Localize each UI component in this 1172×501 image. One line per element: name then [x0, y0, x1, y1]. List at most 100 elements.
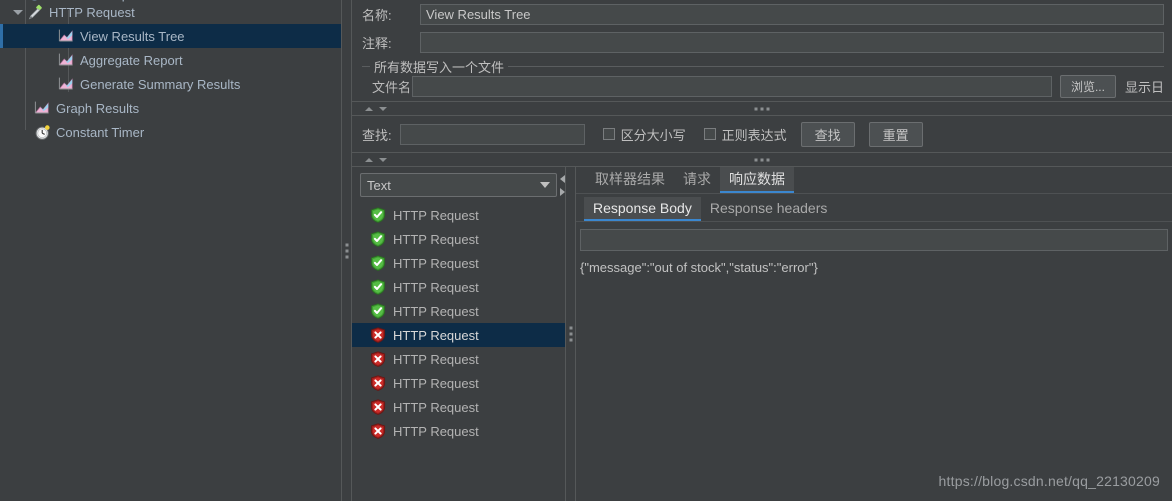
response-subtabbar[interactable]: Response Body Response headers — [576, 194, 1172, 222]
sample-result-list[interactable]: HTTP Request HTTP Request HTTP Request HTTP… — [352, 201, 565, 501]
splitter-grip-icon — [569, 326, 572, 342]
tree-item-aggregate-report[interactable]: Aggregate Report — [0, 48, 341, 72]
case-sensitive-checkbox[interactable]: 区分大小写 — [602, 125, 686, 144]
reset-button[interactable]: 重置 — [868, 121, 923, 147]
error-shield-icon — [370, 351, 386, 367]
http-request-icon — [26, 4, 44, 21]
comment-row: 注释: — [352, 28, 1172, 56]
splitter-grip-icon — [754, 107, 770, 110]
renderer-row: Text — [352, 167, 565, 201]
sample-detail-column: 取样器结果 请求 响应数据 Response Body Response header… — [576, 167, 1172, 501]
name-label: 名称: — [362, 7, 392, 23]
collapse-down-icon[interactable] — [379, 106, 387, 111]
detail-tab[interactable]: 请求 — [674, 167, 720, 193]
browse-button[interactable]: 浏览... — [1059, 74, 1116, 98]
result-list-item[interactable]: HTTP Request — [352, 275, 565, 299]
renderer-select[interactable]: Text — [360, 173, 557, 197]
regex-label: 正则表达式 — [721, 127, 787, 143]
error-shield-icon — [370, 399, 386, 415]
error-shield-icon — [370, 327, 386, 343]
detail-tabbar[interactable]: 取样器结果 请求 响应数据 — [576, 167, 1172, 194]
horizontal-splitter-top[interactable] — [352, 101, 1172, 116]
tree-item-label: Generate Summary Results — [80, 76, 241, 92]
splitter-grip-icon — [345, 243, 348, 258]
detail-tab[interactable]: 取样器结果 — [586, 167, 674, 193]
expander-collapse-icon[interactable] — [10, 9, 26, 15]
listener-icon — [33, 100, 51, 116]
display-log-label[interactable]: 显示日 — [1125, 77, 1164, 96]
response-subtab[interactable]: Response Body — [584, 197, 701, 221]
error-shield-icon — [370, 423, 386, 439]
collapse-down-icon[interactable] — [379, 157, 387, 162]
result-list-item[interactable]: HTTP Request — [352, 395, 565, 419]
result-list-item[interactable]: HTTP Request — [352, 251, 565, 275]
result-list-item[interactable]: HTTP Request — [352, 371, 565, 395]
tree-item-view-results-tree[interactable]: View Results Tree — [0, 24, 341, 48]
result-item-label: HTTP Request — [393, 207, 479, 223]
result-list-item[interactable]: HTTP Request — [352, 323, 565, 347]
result-list-item[interactable]: HTTP Request — [352, 227, 565, 251]
filename-label: 文件名 — [372, 79, 412, 95]
collapse-up-icon[interactable] — [365, 157, 373, 162]
response-find-input[interactable] — [580, 229, 1168, 251]
tree-item-label: Aggregate Report — [80, 52, 183, 68]
result-item-label: HTTP Request — [393, 303, 479, 319]
result-item-label: HTTP Request — [393, 423, 479, 439]
response-body-text: {"message":"out of stock","status":"erro… — [580, 260, 818, 275]
splitter-grip-icon — [754, 158, 770, 161]
result-list-item[interactable]: HTTP Request — [352, 347, 565, 371]
main-vertical-splitter[interactable] — [341, 0, 352, 501]
chevron-down-icon — [540, 182, 550, 188]
tree-item-constant-timer[interactable]: Constant Timer — [0, 120, 341, 144]
listener-config-panel: 名称: 注释: 所有数据写入一个文件 文件名 浏览... 显示日 — [352, 0, 1172, 501]
renderer-value: Text — [367, 177, 391, 193]
tree-item-label: View Results Tree — [80, 28, 185, 44]
result-item-label: HTTP Request — [393, 327, 479, 343]
response-subtab[interactable]: Response headers — [701, 197, 837, 221]
search-label: 查找: — [362, 127, 392, 143]
name-input[interactable] — [420, 3, 1164, 25]
checkbox-box-icon — [703, 128, 716, 140]
result-item-label: HTTP Request — [393, 279, 479, 295]
tree-item-label: Graph Results — [56, 100, 140, 116]
tree-item-generate-summary-results[interactable]: Generate Summary Results — [0, 72, 341, 96]
test-plan-tree[interactable]: Thread Group HTTP Request — [0, 0, 341, 501]
tree-item-label: Constant Timer — [56, 124, 145, 140]
result-item-label: HTTP Request — [393, 351, 479, 367]
horizontal-splitter-bottom[interactable] — [352, 152, 1172, 167]
listener-icon — [57, 28, 75, 44]
checkbox-box-icon — [602, 128, 615, 140]
detail-tab[interactable]: 响应数据 — [720, 167, 794, 193]
splitter-collapse-arrows[interactable] — [365, 157, 387, 162]
name-row: 名称: — [352, 0, 1172, 28]
find-button[interactable]: 查找 — [800, 121, 855, 147]
result-list-item[interactable]: HTTP Request — [352, 203, 565, 227]
success-shield-icon — [370, 255, 386, 271]
tree-item-label: HTTP Request — [49, 4, 135, 20]
success-shield-icon — [370, 231, 386, 247]
tree-item-graph-results[interactable]: Graph Results — [0, 96, 341, 120]
listener-icon — [57, 52, 75, 68]
error-shield-icon — [370, 375, 386, 391]
group-legend: 所有数据写入一个文件 — [370, 57, 509, 76]
tree-item-http-request[interactable]: HTTP Request — [0, 0, 341, 24]
result-item-label: HTTP Request — [393, 399, 479, 415]
results-list-column: Text HTTP Request HTTP Request HTTP Reques… — [352, 167, 565, 501]
result-item-label: HTTP Request — [393, 375, 479, 391]
results-area: Text HTTP Request HTTP Request HTTP Reques… — [352, 167, 1172, 501]
listener-icon — [57, 76, 75, 92]
collapse-up-icon[interactable] — [365, 106, 373, 111]
search-toolbar: 查找: 区分大小写 正则表达式 查找 重置 — [352, 116, 1172, 152]
results-detail-splitter[interactable] — [565, 167, 576, 501]
search-input[interactable] — [399, 123, 585, 145]
case-sensitive-label: 区分大小写 — [620, 127, 686, 143]
success-shield-icon — [370, 279, 386, 295]
success-shield-icon — [370, 303, 386, 319]
success-shield-icon — [370, 207, 386, 223]
splitter-collapse-arrows[interactable] — [365, 106, 387, 111]
filename-input[interactable] — [412, 75, 1052, 97]
result-list-item[interactable]: HTTP Request — [352, 419, 565, 443]
result-list-item[interactable]: HTTP Request — [352, 299, 565, 323]
regex-checkbox[interactable]: 正则表达式 — [703, 125, 787, 144]
comment-input[interactable] — [420, 31, 1164, 53]
